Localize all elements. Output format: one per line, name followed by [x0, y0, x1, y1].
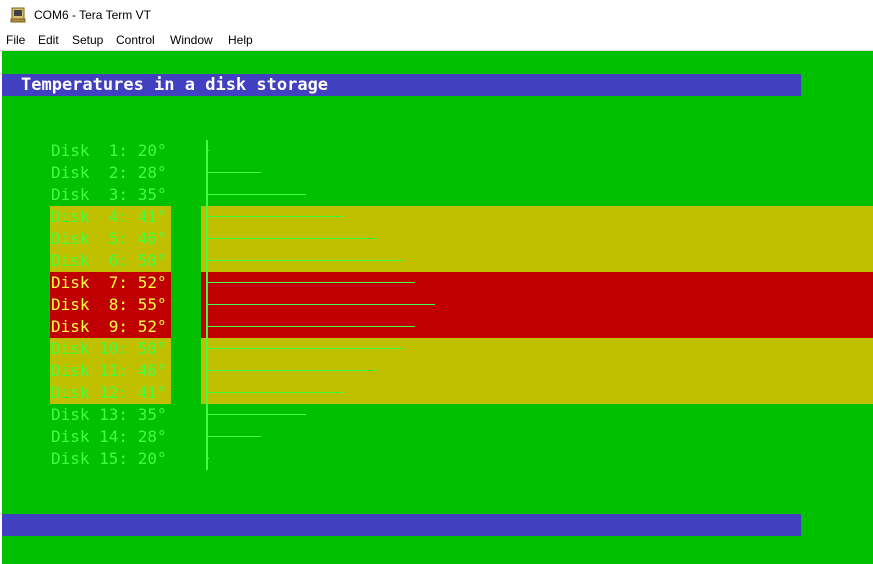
terminal-screen[interactable]: Temperatures in a disk storage Disk 1: 2…	[2, 51, 873, 564]
menu-setup[interactable]: Setup	[72, 32, 103, 48]
footer-bar	[2, 514, 801, 536]
temperature-bar	[207, 326, 416, 327]
disk-label: Disk 3: 35°	[51, 185, 167, 204]
window-titlebar[interactable]: COM6 - Tera Term VT	[0, 0, 873, 30]
disk-label: Disk 10: 50°	[51, 339, 167, 358]
temperature-bar	[207, 194, 306, 195]
disk-label: Disk 6: 50°	[51, 251, 167, 270]
menu-window[interactable]: Window	[170, 32, 213, 48]
temperature-bar	[207, 172, 261, 173]
terminal-header-title: Temperatures in a disk storage	[21, 75, 329, 95]
tera-term-app-icon[interactable]	[10, 7, 26, 23]
disk-label: Disk 9: 52°	[51, 317, 167, 336]
chart-axis	[206, 140, 208, 470]
disk-label: Disk 14: 28°	[51, 427, 167, 446]
disk-label: Disk 7: 52°	[51, 273, 167, 292]
temperature-bar	[207, 436, 261, 437]
disk-label: Disk 4: 41°	[51, 207, 167, 226]
disk-label: Disk 11: 46°	[51, 361, 167, 380]
temperature-bar	[207, 282, 416, 283]
temperature-bar	[207, 238, 377, 239]
window-title: COM6 - Tera Term VT	[34, 8, 151, 22]
temperature-bar	[207, 260, 403, 261]
disk-label: Disk 15: 20°	[51, 449, 167, 468]
temperature-bar	[207, 216, 345, 217]
menu-help[interactable]: Help	[228, 32, 253, 48]
temperature-bar	[207, 348, 403, 349]
disk-label: Disk 1: 20°	[51, 141, 167, 160]
disk-label: Disk 2: 28°	[51, 163, 167, 182]
menu-edit[interactable]: Edit	[38, 32, 59, 48]
header-bar: Temperatures in a disk storage	[2, 74, 801, 96]
temperature-bar	[207, 392, 345, 393]
disk-label: Disk 12: 41°	[51, 383, 167, 402]
disk-label: Disk 8: 55°	[51, 295, 167, 314]
menu-file[interactable]: File	[6, 32, 25, 48]
disk-label: Disk 5: 46°	[51, 229, 167, 248]
temperature-bar	[207, 414, 306, 415]
temperature-bar	[207, 304, 435, 305]
menu-bar: File Edit Setup Control Window Help	[0, 30, 873, 51]
menu-control[interactable]: Control	[116, 32, 155, 48]
disk-label: Disk 13: 35°	[51, 405, 167, 424]
temperature-bar	[207, 370, 377, 371]
